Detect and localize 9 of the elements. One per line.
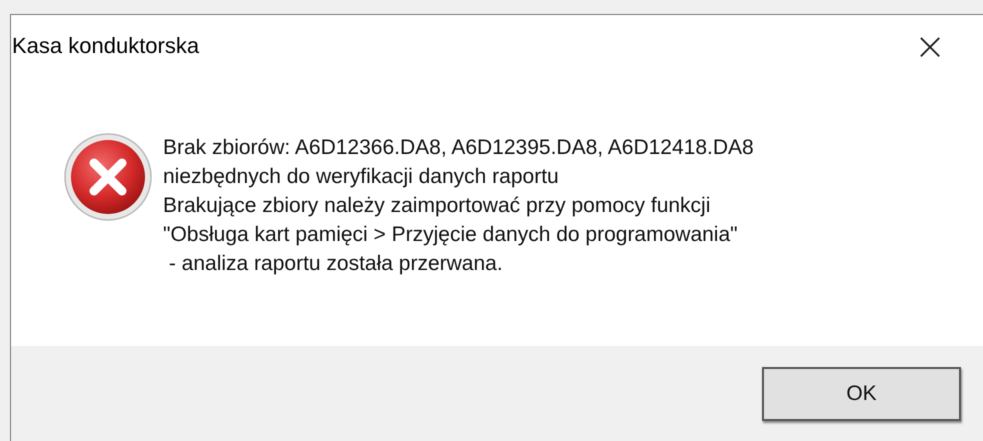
error-icon: [63, 132, 153, 222]
ok-button[interactable]: OK: [762, 367, 961, 421]
window-title: Kasa konduktorska: [11, 33, 200, 59]
close-button[interactable]: ×: [895, 21, 965, 71]
message-line: Brak zbiorów: A6D12366.DA8, A6D12395.DA8, A6D12418.DA8: [163, 135, 754, 161]
message-line: - analiza raportu została przerwana.: [168, 251, 504, 277]
message-line: niezbędnych do weryfikacji danych raportu: [163, 164, 560, 190]
message-line: "Obsługa kart pamięci > Przyjęcie danych do programowania": [163, 222, 739, 248]
message-line: Brakujące zbiory należy zaimportować przy pomocy funkcji: [163, 193, 712, 219]
